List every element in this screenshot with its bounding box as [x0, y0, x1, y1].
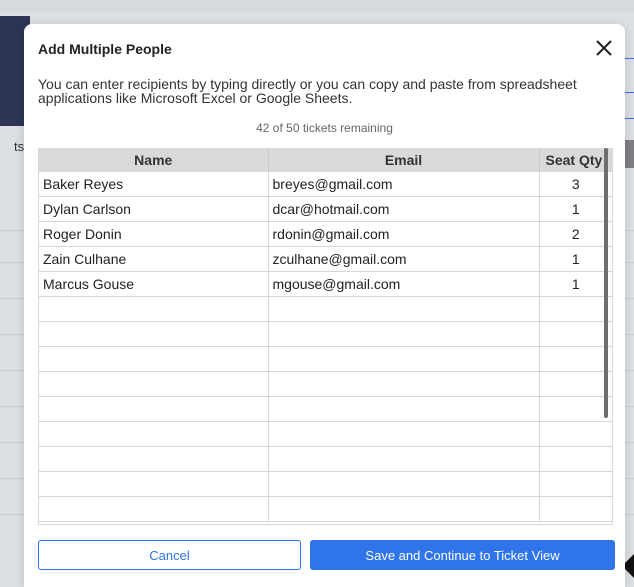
name-cell[interactable] [39, 496, 269, 522]
email-cell[interactable]: dcar@hotmail.com [268, 196, 540, 222]
name-cell[interactable] [39, 346, 269, 372]
dialog-title: Add Multiple People [38, 41, 172, 57]
email-cell[interactable] [268, 496, 540, 522]
seat-qty-cell[interactable]: 1 [539, 246, 612, 272]
seat-qty-cell[interactable] [539, 371, 612, 397]
seat-qty-cell[interactable] [539, 296, 612, 322]
email-cell[interactable] [268, 296, 540, 322]
seat-qty-cell[interactable] [539, 346, 612, 372]
seat-qty-cell[interactable]: 1 [539, 196, 612, 222]
email-cell[interactable] [268, 446, 540, 472]
table-row: Marcus Gouse mgouse@gmail.com 1 [39, 271, 612, 297]
table-row: Zain Culhane zculhane@gmail.com 1 [39, 246, 612, 272]
name-cell[interactable]: Dylan Carlson [39, 196, 269, 222]
background-partial-text: ts [14, 139, 25, 154]
add-multiple-people-dialog: Add Multiple People You can enter recipi… [24, 24, 625, 587]
save-and-continue-button[interactable]: Save and Continue to Ticket View [310, 540, 615, 570]
email-cell[interactable] [268, 471, 540, 497]
seat-qty-cell[interactable] [539, 471, 612, 497]
grid-scrollbar[interactable] [604, 148, 608, 418]
recipients-grid[interactable]: Name Email Seat Qty Baker Reyes breyes@g… [38, 148, 613, 525]
email-cell[interactable] [268, 421, 540, 447]
close-icon[interactable] [592, 36, 616, 60]
seat-qty-cell[interactable]: 1 [539, 271, 612, 297]
name-cell[interactable] [39, 321, 269, 347]
name-cell[interactable]: Zain Culhane [39, 246, 269, 272]
email-cell[interactable]: rdonin@gmail.com [268, 221, 540, 247]
seat-qty-cell[interactable] [539, 421, 612, 447]
name-cell[interactable] [39, 446, 269, 472]
background-topbar [0, 0, 634, 12]
name-cell[interactable] [39, 371, 269, 397]
email-cell[interactable]: breyes@gmail.com [268, 172, 540, 197]
empty-row [39, 471, 612, 497]
table-row: Baker Reyes breyes@gmail.com 3 [39, 172, 612, 197]
email-cell[interactable]: zculhane@gmail.com [268, 246, 540, 272]
seat-qty-cell[interactable] [539, 446, 612, 472]
name-cell[interactable]: Baker Reyes [39, 172, 269, 197]
seat-qty-cell[interactable]: 2 [539, 221, 612, 247]
grid-header: Name Email Seat Qty [39, 148, 612, 172]
email-cell[interactable]: mgouse@gmail.com [268, 271, 540, 297]
seat-qty-cell[interactable]: 3 [539, 172, 612, 197]
table-row: Dylan Carlson dcar@hotmail.com 1 [39, 196, 612, 222]
name-cell[interactable]: Marcus Gouse [39, 271, 269, 297]
email-cell[interactable] [268, 346, 540, 372]
column-header-email: Email [268, 148, 540, 172]
column-header-seat-qty: Seat Qty [539, 148, 612, 172]
empty-row [39, 296, 612, 322]
name-cell[interactable] [39, 296, 269, 322]
empty-row [39, 396, 612, 422]
table-row: Roger Donin rdonin@gmail.com 2 [39, 221, 612, 247]
cancel-button[interactable]: Cancel [38, 540, 301, 570]
empty-row [39, 496, 612, 522]
name-cell[interactable]: Roger Donin [39, 221, 269, 247]
name-cell[interactable] [39, 421, 269, 447]
empty-row [39, 346, 612, 372]
seat-qty-cell[interactable] [539, 321, 612, 347]
tickets-remaining: 42 of 50 tickets remaining [256, 121, 393, 135]
seat-qty-cell[interactable] [539, 496, 612, 522]
name-cell[interactable] [39, 471, 269, 497]
seat-qty-cell[interactable] [539, 396, 612, 422]
email-cell[interactable] [268, 321, 540, 347]
dialog-description: You can enter recipients by typing direc… [38, 76, 577, 106]
column-header-name: Name [39, 148, 269, 172]
empty-row [39, 321, 612, 347]
email-cell[interactable] [268, 371, 540, 397]
name-cell[interactable] [39, 396, 269, 422]
empty-row [39, 421, 612, 447]
empty-row [39, 446, 612, 472]
empty-row [39, 371, 612, 397]
email-cell[interactable] [268, 396, 540, 422]
